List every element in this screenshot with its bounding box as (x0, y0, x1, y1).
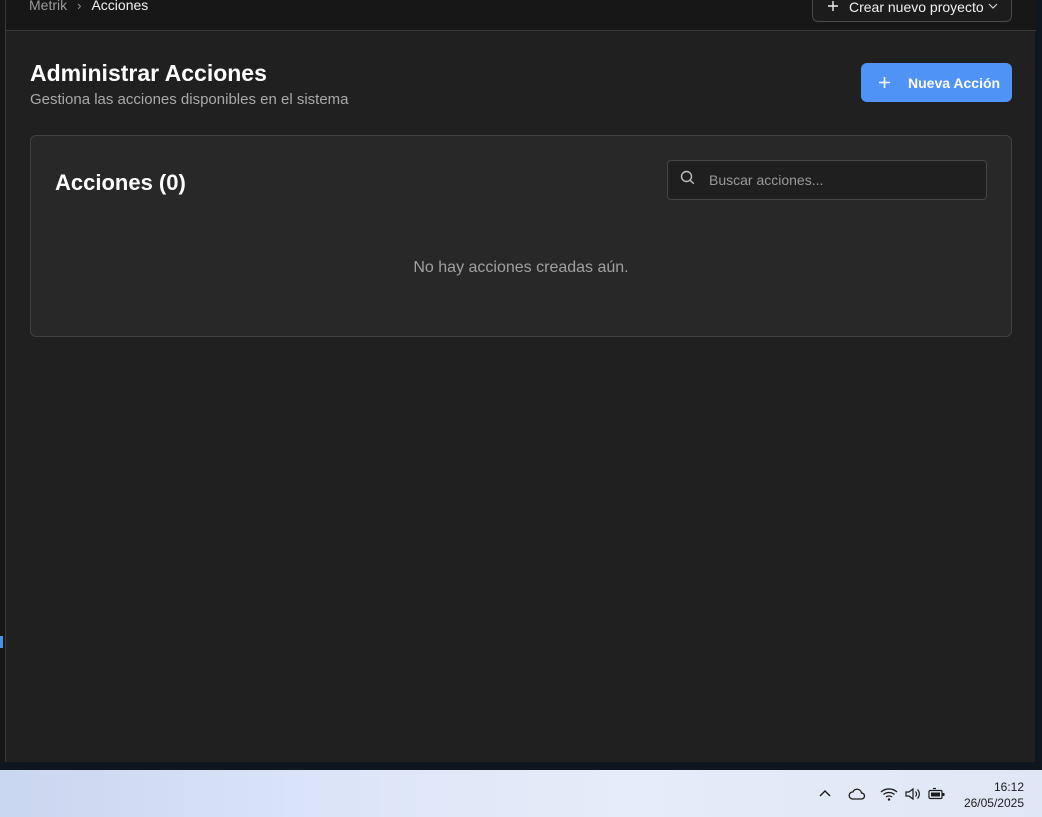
chevron-up-icon[interactable] (815, 784, 835, 804)
new-action-button[interactable]: Nueva Acción (861, 63, 1012, 102)
plus-icon (878, 73, 891, 93)
breadcrumb-separator-icon: › (77, 0, 82, 13)
actions-card: Acciones (0) No hay acciones creadas aún… (30, 135, 1012, 337)
search-input[interactable] (709, 172, 969, 188)
search-box[interactable] (667, 160, 987, 200)
window-edge-marker (0, 636, 3, 648)
page-subtitle: Gestiona las acciones disponibles en el … (30, 91, 349, 108)
app-window: Metrik › Acciones Crear nuevo proyecto A… (0, 0, 1042, 770)
create-project-button[interactable]: Crear nuevo proyecto (812, 0, 1012, 22)
volume-icon[interactable] (903, 784, 923, 804)
system-clock[interactable]: 16:12 26/05/2025 (964, 779, 1024, 811)
create-project-label: Crear nuevo proyecto (849, 0, 984, 15)
plus-icon (827, 0, 839, 15)
empty-state-message: No hay acciones creadas aún. (413, 259, 629, 276)
search-icon (680, 170, 695, 190)
taskbar: 16:12 26/05/2025 (0, 770, 1042, 817)
chevron-down-icon (988, 0, 998, 14)
breadcrumb: Metrik › Acciones (29, 0, 148, 15)
clock-date: 26/05/2025 (963, 796, 1024, 810)
breadcrumb-root[interactable]: Metrik (29, 0, 67, 13)
wifi-icon[interactable] (879, 784, 899, 804)
main-window: Metrik › Acciones Crear nuevo proyecto A… (5, 0, 1036, 762)
clock-time: 16:12 (993, 780, 1024, 794)
cloud-icon[interactable] (847, 784, 867, 804)
breadcrumb-current: Acciones (91, 0, 149, 13)
battery-icon[interactable] (927, 784, 947, 804)
actions-count-title: Acciones (0) (55, 170, 186, 195)
page-title: Administrar Acciones (30, 60, 267, 86)
new-action-label: Nueva Acción (908, 74, 1001, 91)
top-bar: Metrik › Acciones Crear nuevo proyecto (6, 0, 1036, 31)
